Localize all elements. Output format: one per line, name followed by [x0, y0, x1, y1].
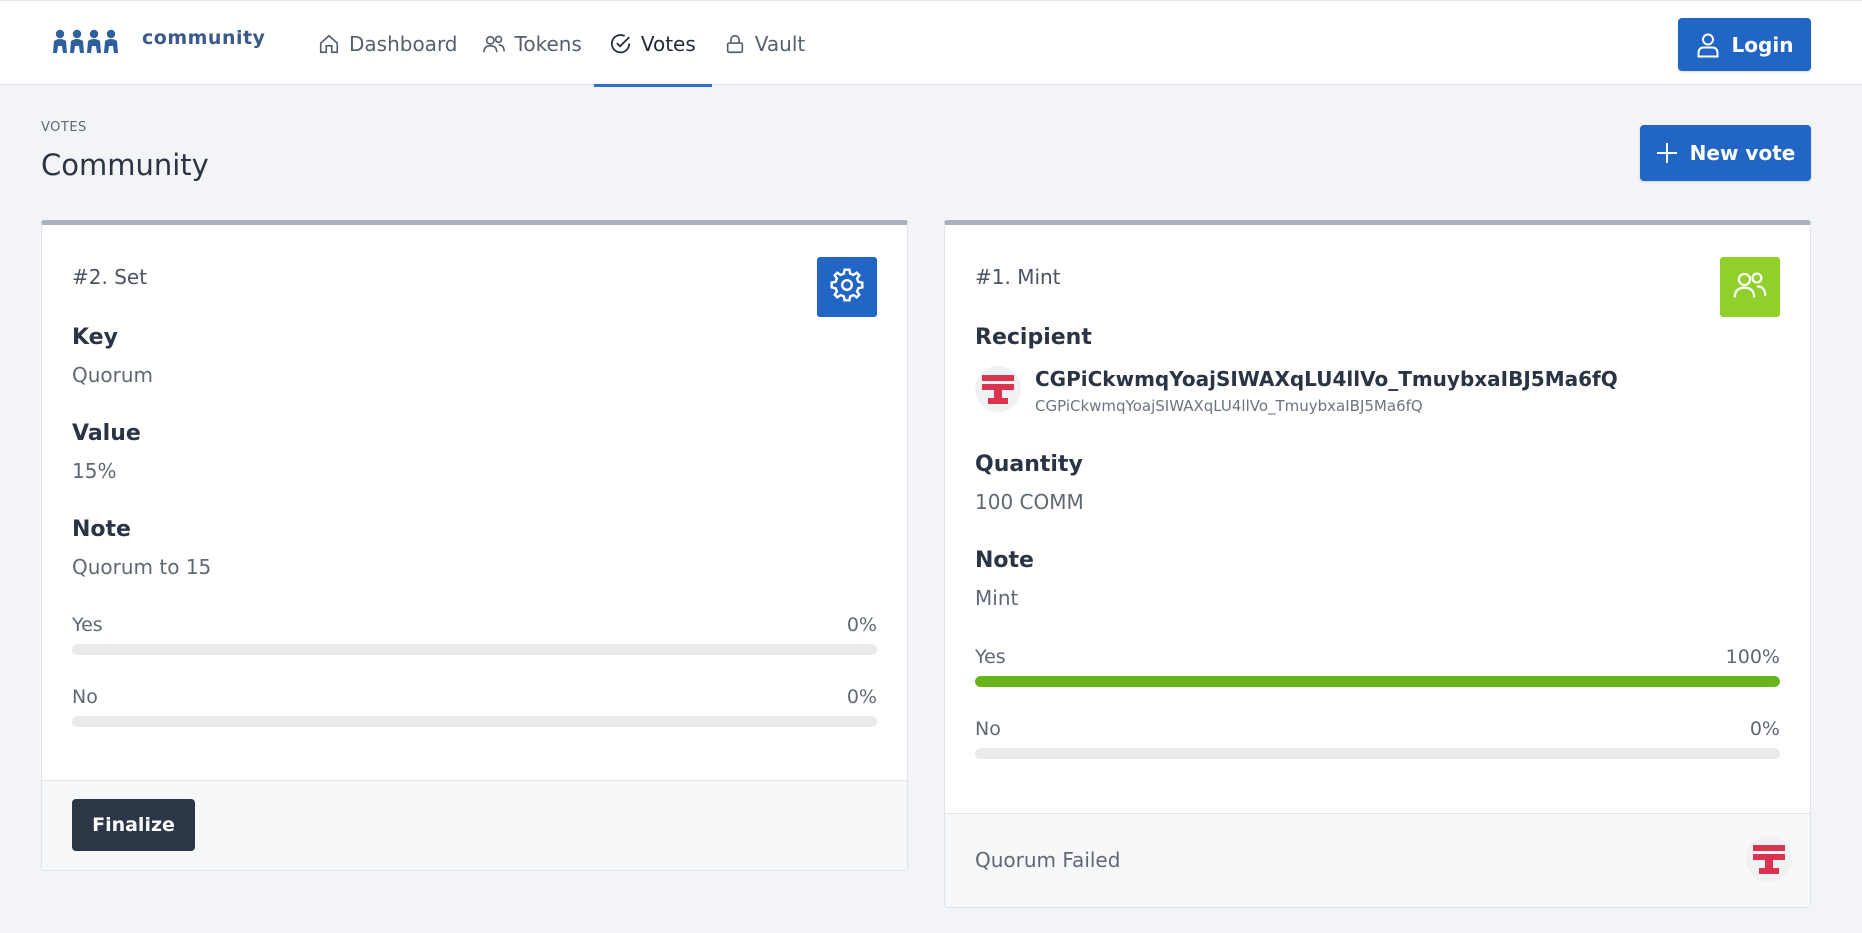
vote-yes-label: Yes [72, 614, 103, 636]
app-logo[interactable]: community [52, 27, 266, 55]
login-button[interactable]: Login [1678, 18, 1811, 71]
users-icon [482, 33, 506, 55]
check-circle-icon [610, 33, 632, 55]
nav-tokens-label: Tokens [514, 31, 582, 56]
page-title: Community [41, 148, 209, 182]
vote-card-heading: #2. Set [72, 265, 148, 289]
login-button-label: Login [1731, 32, 1794, 57]
vote-card-heading: #1. Mint [975, 265, 1061, 289]
field-value-label: Value [72, 421, 141, 446]
new-vote-button[interactable]: New vote [1640, 125, 1811, 181]
vote-card-mint: #1. Mint Recipient CGPiCkwmqYoajSIWAXqLU… [944, 220, 1811, 908]
user-icon [1696, 32, 1720, 58]
field-note-value: Quorum to 15 [72, 555, 212, 579]
vote-no-bar [72, 716, 877, 727]
app-name: community [142, 27, 266, 49]
identicon-icon [1753, 845, 1785, 874]
recipient-name[interactable]: CGPiCkwmqYoajSIWAXqLU4llVo_TmuybxaIBJ5Ma… [1035, 367, 1618, 391]
recipient-label: Recipient [975, 325, 1092, 350]
finalize-button[interactable]: Finalize [72, 799, 195, 851]
new-vote-button-label: New vote [1689, 141, 1796, 165]
field-quantity-label: Quantity [975, 452, 1083, 477]
page-kicker: VOTES [41, 120, 87, 135]
gear-icon [829, 267, 865, 307]
quorum-status: Quorum Failed [975, 848, 1121, 872]
users-icon [1732, 268, 1768, 306]
vote-yes-bar [975, 676, 1780, 687]
field-value-value: 15% [72, 459, 117, 483]
field-note-value: Mint [975, 586, 1019, 610]
vote-no-percent: 0% [846, 686, 877, 708]
nav-votes-label: Votes [640, 31, 696, 56]
vote-card-footer: Quorum Failed [945, 813, 1810, 907]
top-navbar: community Dashboard Tokens Votes Vault L… [0, 0, 1862, 87]
vote-yes-label: Yes [975, 646, 1006, 668]
vote-type-badge [1720, 257, 1780, 317]
field-key-label: Key [72, 325, 118, 350]
nav-votes[interactable]: Votes [593, 1, 712, 87]
nav-dashboard-label: Dashboard [349, 31, 458, 56]
community-logo-icon [52, 29, 118, 55]
recipient-address: CGPiCkwmqYoajSIWAXqLU4llVo_TmuybxaIBJ5Ma… [1035, 397, 1423, 415]
field-key-value: Quorum [72, 363, 154, 387]
vote-yes-percent: 100% [1725, 646, 1780, 668]
nav-dashboard[interactable]: Dashboard [306, 1, 470, 86]
recipient-avatar[interactable] [975, 366, 1021, 412]
plus-icon [1656, 142, 1678, 164]
nav-tokens[interactable]: Tokens [470, 1, 594, 86]
field-quantity-value: 100 COMM [975, 490, 1084, 514]
field-note-label: Note [975, 548, 1034, 573]
main-nav: Dashboard Tokens Votes Vault [306, 1, 817, 87]
vote-yes-bar [72, 644, 877, 655]
vote-card-set: #2. Set Key Quorum Value 15% Note Quorum… [41, 220, 908, 871]
field-note-label: Note [72, 517, 131, 542]
nav-vault-label: Vault [754, 31, 806, 56]
home-icon [318, 33, 340, 55]
vote-yes-percent: 0% [846, 614, 877, 636]
vote-card-footer: Finalize [42, 780, 907, 870]
vote-type-badge [817, 257, 877, 317]
nav-vault[interactable]: Vault [712, 1, 817, 86]
vote-no-percent: 0% [1749, 718, 1780, 740]
proposer-avatar[interactable] [1746, 836, 1792, 882]
vote-no-bar [975, 748, 1780, 759]
vote-no-label: No [975, 718, 1001, 740]
vote-no-label: No [72, 686, 98, 708]
vote-yes-bar-fill [975, 676, 1780, 687]
lock-icon [724, 33, 746, 55]
identicon-icon [982, 375, 1014, 404]
